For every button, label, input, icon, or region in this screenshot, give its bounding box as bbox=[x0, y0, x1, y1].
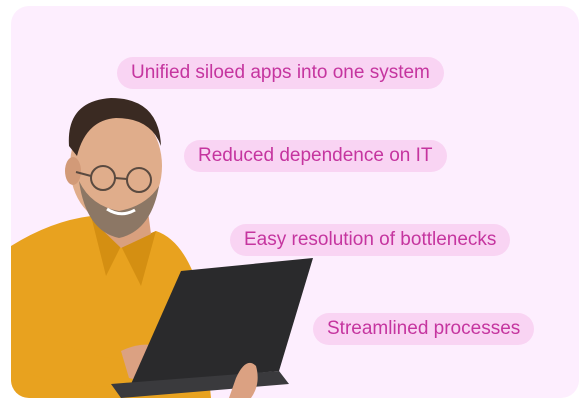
benefit-pill-easy-resolution: Easy resolution of bottlenecks bbox=[230, 224, 511, 256]
benefits-card: Unified siloed apps into one system Redu… bbox=[11, 6, 579, 398]
benefit-pill-streamlined-processes: Streamlined processes bbox=[313, 313, 535, 345]
benefit-pill-unified-apps: Unified siloed apps into one system bbox=[117, 57, 444, 89]
benefit-pill-reduced-dependence: Reduced dependence on IT bbox=[184, 140, 447, 172]
